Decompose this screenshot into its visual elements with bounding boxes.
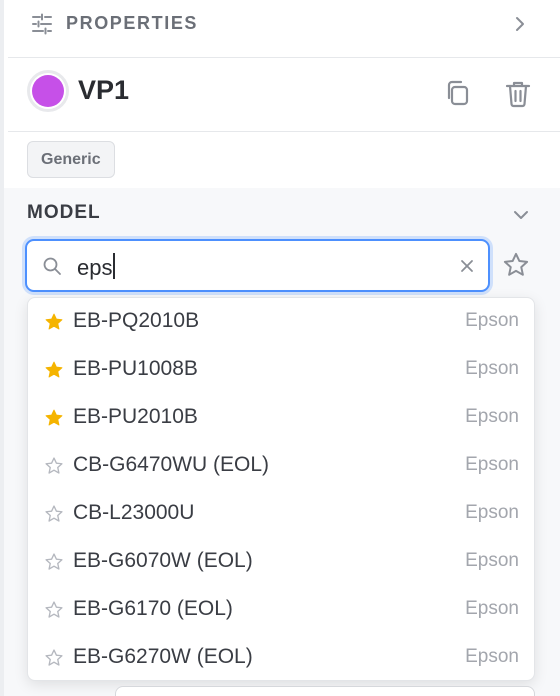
- model-option-brand: Epson: [465, 406, 519, 427]
- star-outline-icon[interactable]: [44, 600, 64, 620]
- model-option-name: EB-PQ2010B: [73, 309, 200, 332]
- color-swatch-fill: [32, 75, 64, 107]
- model-option-brand: Epson: [465, 358, 519, 379]
- model-option[interactable]: EB-PU1008B Epson: [28, 346, 534, 394]
- model-option[interactable]: EB-G6270W (EOL) Epson: [28, 634, 534, 680]
- model-option-brand: Epson: [465, 598, 519, 619]
- item-name-row: VP1: [8, 58, 560, 132]
- duplicate-icon[interactable]: [442, 78, 474, 110]
- text-caret: [113, 253, 116, 279]
- clear-icon[interactable]: [457, 256, 477, 276]
- model-option-brand: Epson: [465, 502, 519, 523]
- sliders-icon: [32, 13, 52, 35]
- model-option-name: EB-G6170 (EOL): [73, 597, 233, 620]
- model-option-name: EB-PU1008B: [73, 357, 198, 380]
- model-option[interactable]: EB-G6070W (EOL) Epson: [28, 538, 534, 586]
- search-icon: [43, 257, 61, 275]
- model-option[interactable]: EB-PU2010B Epson: [28, 394, 534, 442]
- model-dropdown: EB-PQ2010B Epson EB-PU1008B Epson EB-PU2010B…: [27, 297, 535, 681]
- model-option-name: EB-G6270W (EOL): [73, 645, 253, 668]
- model-option[interactable]: EB-PQ2010B Epson: [28, 298, 534, 346]
- star-outline-icon[interactable]: [44, 504, 64, 524]
- star-filled-icon[interactable]: [44, 408, 64, 428]
- secondary-field[interactable]: [115, 686, 535, 696]
- model-option[interactable]: EB-G6170 (EOL) Epson: [28, 586, 534, 634]
- model-option[interactable]: CB-L23000U Epson: [28, 490, 534, 538]
- model-option-brand: Epson: [465, 646, 519, 667]
- category-tag[interactable]: Generic: [27, 141, 115, 178]
- model-section-label: MODEL: [27, 202, 101, 223]
- model-search-field[interactable]: eps: [25, 239, 490, 292]
- favorite-star-icon[interactable]: [502, 251, 530, 279]
- item-name[interactable]: VP1: [78, 75, 129, 106]
- chevron-right-icon[interactable]: [510, 14, 530, 34]
- model-option-brand: Epson: [465, 310, 519, 331]
- color-swatch[interactable]: [27, 70, 69, 112]
- model-option-name: CB-G6470WU (EOL): [73, 453, 270, 476]
- star-outline-icon[interactable]: [44, 648, 64, 668]
- star-filled-icon[interactable]: [44, 312, 64, 332]
- model-option-brand: Epson: [465, 454, 519, 475]
- model-option-name: EB-PU2010B: [73, 405, 198, 428]
- model-option-name: EB-G6070W (EOL): [73, 549, 253, 572]
- search-input[interactable]: eps: [77, 253, 116, 281]
- panel-title: PROPERTIES: [66, 13, 199, 33]
- star-outline-icon[interactable]: [44, 456, 64, 476]
- model-option-brand: Epson: [465, 550, 519, 571]
- star-outline-icon[interactable]: [44, 552, 64, 572]
- chevron-down-icon[interactable]: [510, 204, 532, 226]
- model-option[interactable]: CB-G6470WU (EOL) Epson: [28, 442, 534, 490]
- trash-icon[interactable]: [502, 78, 534, 110]
- properties-header: PROPERTIES: [8, 0, 560, 58]
- model-option-name: CB-L23000U: [73, 501, 195, 524]
- star-filled-icon[interactable]: [44, 360, 64, 380]
